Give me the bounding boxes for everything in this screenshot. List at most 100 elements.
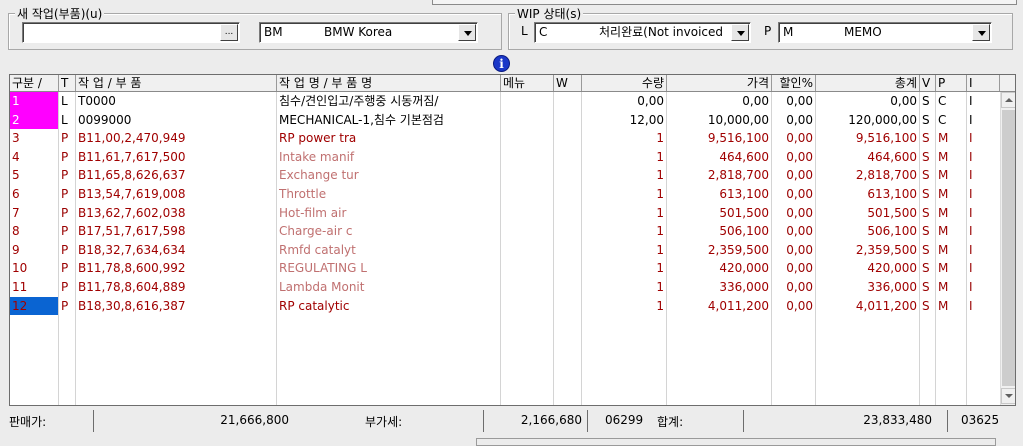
cell-price: 9,516,100 (707, 131, 769, 146)
col-header-discount[interactable]: 할인% (772, 75, 816, 91)
cell-p: M (938, 149, 949, 164)
cell-price: 10,000,00 (707, 112, 769, 127)
col-header-code[interactable]: 작 업 / 부 품 (76, 75, 277, 91)
cell-name: RP power tra (279, 131, 357, 146)
cell-total: 501,500 (867, 205, 917, 220)
cell-index: 10 (12, 261, 28, 276)
table-row[interactable]: 4 P B11,61,7,617,500 Intake manif 1 464,600 0,… (10, 148, 1000, 167)
col-header-qty[interactable]: 수량 (582, 75, 667, 91)
cell-price: 2,359,500 (707, 242, 769, 257)
cell-index: 5 (12, 168, 20, 183)
browse-button[interactable]: ... (220, 24, 238, 41)
job-search-input[interactable]: ... (22, 22, 240, 43)
cell-total: 613,100 (867, 187, 917, 201)
cell-i: I (969, 94, 973, 108)
bottom-panel-edge (476, 438, 996, 446)
col-header-price[interactable]: 가격 (667, 75, 772, 91)
scroll-thumb[interactable] (1002, 110, 1015, 386)
cell-index: 9 (12, 242, 20, 257)
col-header-v[interactable]: V (920, 75, 936, 91)
table-row[interactable]: 1 L T0000 침수/견인입고/주행중 시동꺼짐/0,00 0,00 0,00 0,00… (10, 92, 1000, 111)
cell-type: P (61, 224, 69, 239)
brand-select[interactable]: BM BMW Korea (259, 22, 478, 43)
cell-discount: 0,00 (786, 112, 813, 127)
brand-name: BMW Korea (324, 25, 393, 39)
col-header-w[interactable]: W (554, 75, 582, 91)
cell-p: M (938, 187, 949, 201)
memo-dropdown-button[interactable] (972, 24, 990, 41)
cell-price: 4,011,200 (707, 298, 769, 313)
table-row[interactable]: 12 P B18,30,8,616,387 RP catalytic 1 4,011,20… (10, 296, 1000, 316)
cell-code: B11,61,7,617,500 (78, 149, 186, 164)
table-row[interactable]: 8 P B17,51,7,617,598 Charge-air c 1 506,100 0,… (10, 222, 1000, 241)
table-row[interactable]: 6 P B13,54,7,619,008 Throttle 1 613,100 0,00 61… (10, 185, 1000, 204)
job-parts-grid: 구분 / T 작 업 / 부 품 작 업 명 / 부 품 명 메뉴 W 수량 가… (9, 74, 1016, 406)
memo-code: M (783, 25, 794, 39)
cell-name: 침수/견인입고/주행중 시동꺼짐/ (279, 94, 439, 108)
cell-discount: 0,00 (786, 261, 813, 276)
table-row[interactable]: 9 P B18,32,7,634,634 Rmfd catalyt 1 2,359,500… (10, 241, 1000, 260)
cell-type: L (61, 94, 68, 108)
cell-v: S (922, 280, 930, 294)
cell-type: P (61, 261, 69, 276)
cell-type: P (61, 131, 69, 146)
table-row[interactable]: 2 L 0099000 MECHANICAL-1,침수 기본점검 12,00 10,000… (10, 110, 1000, 130)
cell-name: Charge-air c (279, 224, 353, 239)
cell-total: 9,516,100 (855, 131, 917, 146)
footer-divider (587, 410, 588, 432)
cell-price: 501,500 (719, 205, 769, 220)
footer-divider (483, 410, 484, 432)
cell-p: M (938, 224, 949, 239)
col-header-type[interactable]: 구분 / (10, 75, 59, 91)
memo-select[interactable]: M MEMO (778, 22, 992, 43)
col-header-name[interactable]: 작 업 명 / 부 품 명 (277, 75, 501, 91)
cell-discount: 0,00 (786, 187, 813, 201)
sales-label: 판매가: (9, 415, 47, 429)
cell-type: P (61, 205, 69, 220)
scroll-up-icon[interactable] (1001, 92, 1015, 108)
table-row[interactable]: 5 P B11,65,8,626,637 Exchange tur 1 2,818,700… (10, 166, 1000, 185)
col-header-t[interactable]: T (59, 75, 76, 91)
chevron-down-icon (737, 31, 745, 36)
info-icon[interactable]: i (493, 55, 510, 72)
cell-total: 2,818,700 (855, 168, 917, 183)
vat-label: 부가세: (365, 415, 403, 429)
vat-value: 2,166,680 (520, 413, 582, 427)
cell-i: I (969, 280, 973, 294)
table-row[interactable]: 11 P B11,78,8,604,889 Lambda Monit 1 336,000 0… (10, 278, 1000, 297)
cell-i: I (969, 168, 973, 183)
col-header-p[interactable]: P (936, 75, 967, 91)
col-header-total[interactable]: 총계 (816, 75, 920, 91)
cell-index: 4 (12, 149, 20, 164)
cell-code: B18,30,8,616,387 (78, 298, 186, 313)
status-dropdown-button[interactable] (731, 24, 749, 41)
cell-price: 506,100 (719, 224, 769, 239)
total-label: 합계: (657, 415, 684, 429)
cell-name: MECHANICAL-1,침수 기본점검 (279, 112, 444, 127)
col-header-i[interactable]: I (967, 75, 1000, 91)
cell-qty: 1 (656, 280, 664, 294)
cell-i: I (969, 149, 973, 164)
col-header-menu[interactable]: 메뉴 (501, 75, 554, 91)
table-row[interactable]: 7 P B13,62,7,602,038 Hot-film air 1 501,500 0,… (10, 204, 1000, 223)
cell-price: 464,600 (719, 149, 769, 164)
wip-status-select[interactable]: C 처리완료(Not invoiced (534, 22, 751, 43)
table-row[interactable]: 3 P B11,00,2,470,949 RP power tra 1 9,516,100… (10, 129, 1000, 148)
cell-qty: 1 (656, 261, 664, 276)
cell-qty: 1 (656, 224, 664, 239)
cell-discount: 0,00 (786, 205, 813, 220)
total-value: 23,833,480 (863, 413, 932, 427)
cell-index: 7 (12, 205, 20, 220)
vertical-scrollbar[interactable] (1000, 92, 1015, 405)
status-text: 처리완료(Not invoiced (599, 25, 723, 39)
cell-code: B11,65,8,626,637 (78, 168, 186, 183)
cell-code: T0000 (78, 94, 116, 108)
cell-name: Hot-film air (279, 205, 347, 220)
cell-code: B13,62,7,602,038 (78, 205, 186, 220)
scroll-down-icon[interactable] (1001, 388, 1015, 404)
cell-qty: 1 (656, 187, 664, 201)
brand-dropdown-button[interactable] (458, 24, 476, 41)
cell-total: 4,011,200 (855, 298, 917, 313)
wip-status-legend: WIP 상태(s) (515, 5, 584, 22)
table-row[interactable]: 10 P B11,78,8,600,992 REGULATING L 1 420,000 0… (10, 259, 1000, 278)
